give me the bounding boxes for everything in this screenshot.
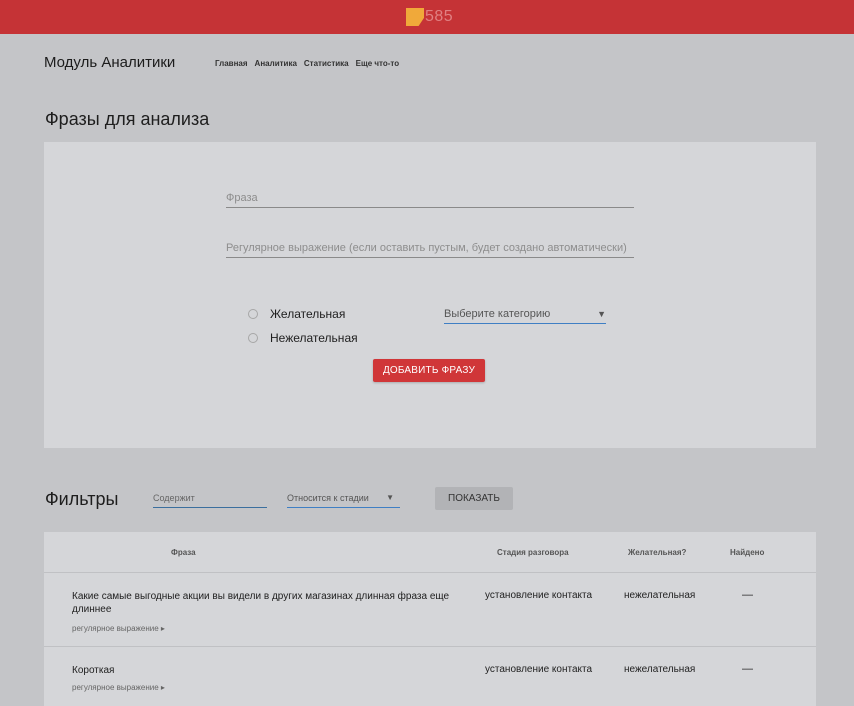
logo[interactable]: 585 <box>406 8 453 26</box>
row-stage: установление контакта <box>485 664 593 675</box>
radio-desirable[interactable]: Желательная <box>248 307 345 321</box>
top-bar: 585 <box>0 0 854 34</box>
nav-item-statistics[interactable]: Статистика <box>304 59 349 68</box>
column-header-desirable[interactable]: Желательная? <box>628 548 686 557</box>
radio-undesirable-label: Нежелательная <box>270 331 358 345</box>
page-title: Фразы для анализа <box>45 109 210 129</box>
row-found: — <box>742 663 753 675</box>
dropdown-arrow-icon: ▼ <box>597 308 606 319</box>
stage-filter-select[interactable]: Относится к стадии ▼ <box>287 488 400 508</box>
category-select-value: Выберите категорию <box>444 307 551 320</box>
row-phrase: Какие самые выгодные акции вы видели в д… <box>72 591 450 615</box>
row-found: — <box>742 589 753 601</box>
phrase-field <box>226 188 634 208</box>
table-row[interactable]: Какие самые выгодные акции вы видели в д… <box>44 574 816 647</box>
row-phrase: Короткая <box>72 665 115 676</box>
radio-circle-icon <box>248 333 258 343</box>
category-select[interactable]: Выберите категорию ▼ <box>444 304 606 324</box>
table-header: Фраза Стадия разговора Желательная? Найд… <box>44 532 816 573</box>
radio-undesirable[interactable]: Нежелательная <box>248 331 358 345</box>
filters-title: Фильтры <box>45 489 119 509</box>
row-desirable: нежелательная <box>624 590 696 601</box>
main-nav: Главная Аналитика Статистика Еще что-то <box>215 59 399 68</box>
row-regex-toggle[interactable]: регулярное выражение ▸ <box>72 683 165 692</box>
contains-filter-field <box>153 488 267 508</box>
app-title: Модуль Аналитики <box>44 54 176 71</box>
radio-desirable-label: Желательная <box>270 307 346 321</box>
regex-input[interactable] <box>226 240 634 256</box>
logo-icon <box>406 8 424 26</box>
column-header-phrase[interactable]: Фраза <box>171 548 196 557</box>
row-regex-toggle[interactable]: регулярное выражение ▸ <box>72 624 165 633</box>
nav-item-other[interactable]: Еще что-то <box>356 59 399 68</box>
row-stage: установление контакта <box>485 590 593 601</box>
dropdown-arrow-icon: ▼ <box>386 493 394 502</box>
stage-filter-value: Относится к стадии <box>287 492 369 503</box>
logo-text: 585 <box>425 8 454 25</box>
column-header-found[interactable]: Найдено <box>730 548 764 557</box>
phrase-input[interactable] <box>226 190 634 206</box>
row-desirable: нежелательная <box>624 664 696 675</box>
regex-field <box>226 238 634 258</box>
add-phrase-button[interactable]: ДОБАВИТЬ ФРАЗУ <box>373 359 485 382</box>
phrase-form-card: Желательная Нежелательная Выберите катег… <box>44 142 816 448</box>
radio-circle-icon <box>248 309 258 319</box>
phrases-table: Фраза Стадия разговора Желательная? Найд… <box>44 532 816 706</box>
nav-item-home[interactable]: Главная <box>215 59 248 68</box>
column-header-stage[interactable]: Стадия разговора <box>497 548 569 557</box>
contains-filter-input[interactable] <box>153 491 267 505</box>
nav-item-analytics[interactable]: Аналитика <box>255 59 297 68</box>
show-button[interactable]: ПОКАЗАТЬ <box>435 487 513 510</box>
table-row[interactable]: Короткая регулярное выражение ▸ установл… <box>44 648 816 706</box>
